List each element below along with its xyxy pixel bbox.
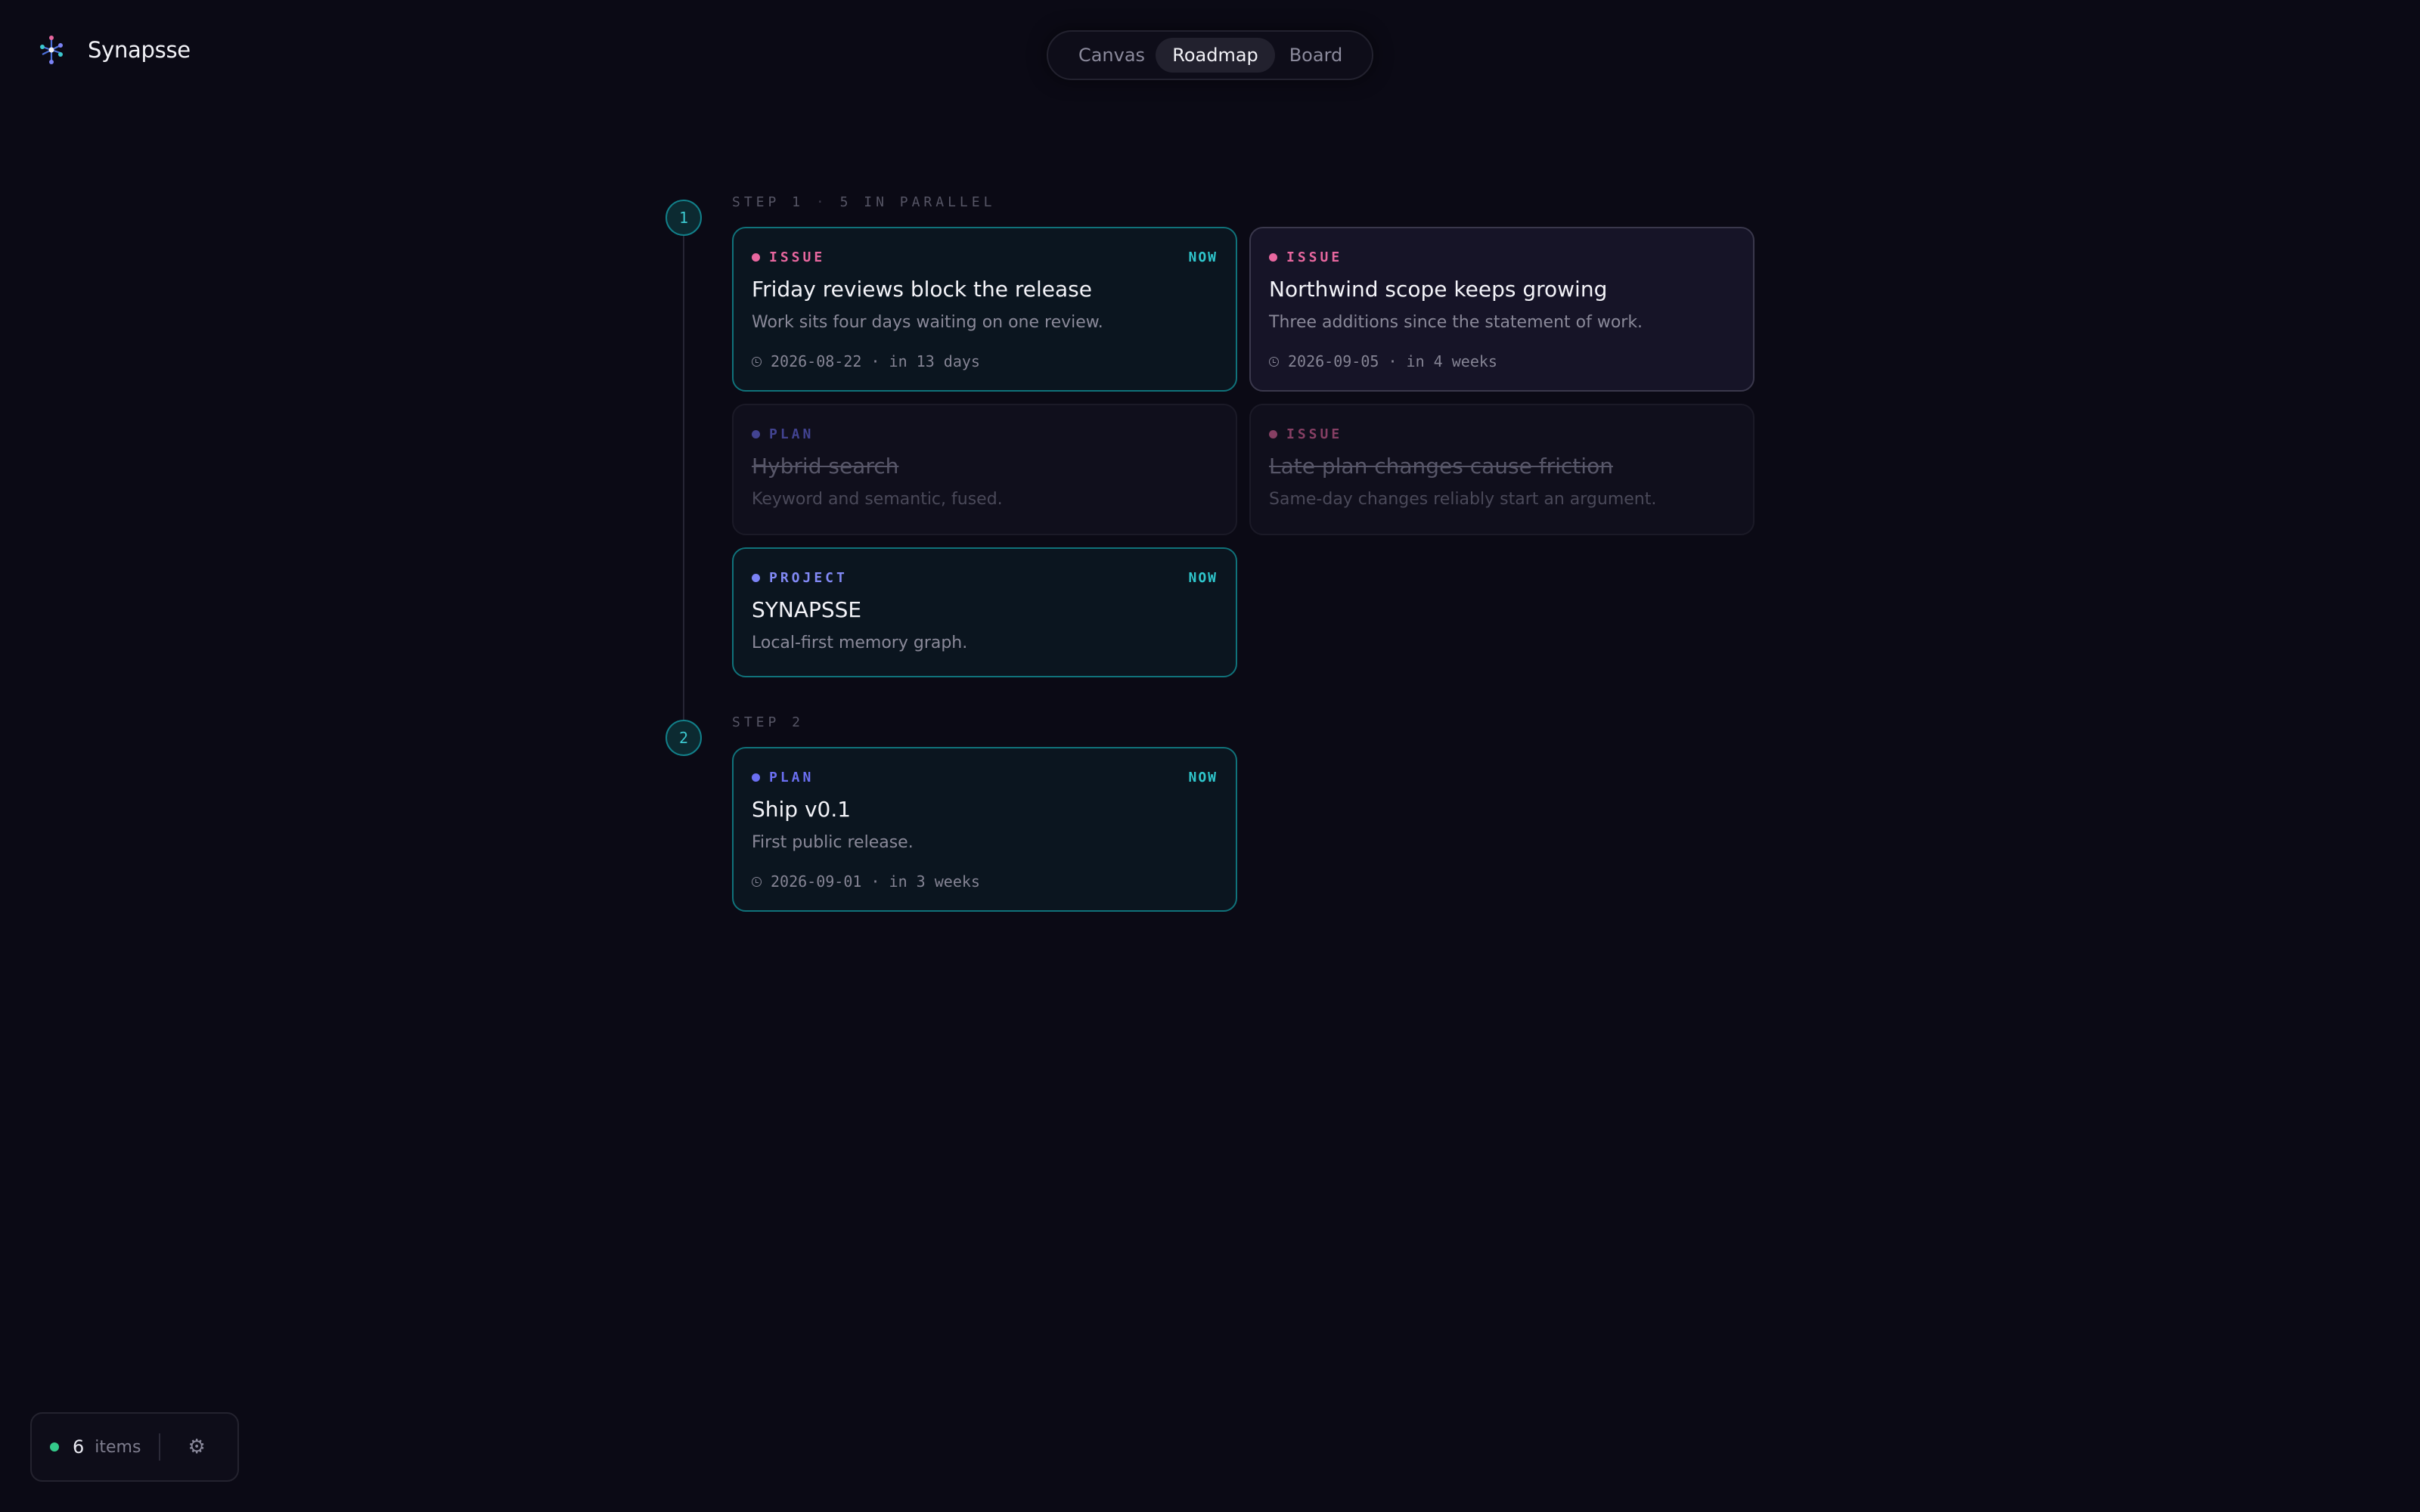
app-name: Synapsse bbox=[88, 37, 191, 63]
card-due: 2026-09-05 · in 4 weeks bbox=[1269, 352, 1497, 370]
project-dot-icon bbox=[752, 573, 760, 582]
tab-roadmap[interactable]: Roadmap bbox=[1156, 38, 1275, 73]
card-kind: ISSUE bbox=[769, 249, 826, 265]
now-badge: NOW bbox=[1188, 769, 1218, 785]
status-bar: 6 items ⚙ bbox=[30, 1412, 239, 1482]
clock-icon bbox=[1269, 356, 1279, 367]
card-description: Three additions since the statement of w… bbox=[1269, 313, 1643, 332]
card-description: First public release. bbox=[752, 833, 914, 852]
card-kind: PLAN bbox=[769, 769, 814, 785]
issue-dot-icon bbox=[752, 253, 760, 262]
card-header: ISSUE bbox=[1269, 249, 1735, 265]
card-kind: PROJECT bbox=[769, 569, 848, 586]
roadmap-card[interactable]: PLAN NOW Ship v0.1 First public release.… bbox=[732, 747, 1237, 912]
step-title: STEP 1 bbox=[732, 194, 805, 210]
now-badge: NOW bbox=[1188, 249, 1218, 265]
roadmap-card[interactable]: PROJECT NOW SYNAPSSE Local-first memory … bbox=[732, 547, 1237, 677]
roadmap-card[interactable]: PLAN Hybrid search Keyword and semantic,… bbox=[732, 404, 1237, 535]
card-title: Hybrid search bbox=[752, 454, 899, 479]
plan-dot-icon bbox=[752, 773, 760, 782]
step-title: STEP 2 bbox=[732, 714, 805, 730]
roadmap-card[interactable]: ISSUE NOW Friday reviews block the relea… bbox=[732, 227, 1237, 392]
card-relative-date: in 4 weeks bbox=[1406, 352, 1497, 370]
issue-dot-icon bbox=[1269, 429, 1277, 438]
item-count: 6 bbox=[73, 1436, 85, 1458]
card-relative-date: in 3 weeks bbox=[889, 872, 980, 891]
card-date: 2026-09-01 bbox=[771, 872, 862, 891]
card-description: Keyword and semantic, fused. bbox=[752, 490, 1003, 509]
card-relative-date: in 13 days bbox=[889, 352, 980, 370]
step-marker: 1 bbox=[666, 200, 702, 236]
card-header: ISSUE NOW bbox=[752, 249, 1218, 265]
gear-icon[interactable]: ⚙ bbox=[188, 1436, 205, 1458]
timeline-rail bbox=[683, 236, 684, 721]
card-kind: ISSUE bbox=[1286, 426, 1343, 442]
step-label: STEP 1 · 5 IN PARALLEL bbox=[732, 194, 996, 210]
constellation-logo-icon bbox=[40, 36, 63, 64]
tab-board[interactable]: Board bbox=[1272, 38, 1360, 73]
view-switcher: Canvas Roadmap Board bbox=[1047, 30, 1373, 80]
card-kind: ISSUE bbox=[1286, 249, 1343, 265]
tab-canvas[interactable]: Canvas bbox=[1065, 38, 1159, 73]
step-detail: 5 IN PARALLEL bbox=[839, 194, 996, 210]
clock-icon bbox=[752, 356, 762, 367]
roadmap-page: Synapsse Canvas Roadmap Board 1 STEP 1 ·… bbox=[0, 0, 2420, 1512]
roadmap-card[interactable]: ISSUE Late plan changes cause friction S… bbox=[1249, 404, 1754, 535]
roadmap-card[interactable]: ISSUE Northwind scope keeps growing Thre… bbox=[1249, 227, 1754, 392]
card-due: 2026-09-01 · in 3 weeks bbox=[752, 872, 980, 891]
step-marker: 2 bbox=[666, 720, 702, 756]
divider bbox=[159, 1433, 161, 1461]
status-indicator bbox=[50, 1442, 59, 1452]
plan-dot-icon bbox=[752, 429, 760, 438]
card-date: 2026-09-05 bbox=[1288, 352, 1379, 370]
card-title: Northwind scope keeps growing bbox=[1269, 277, 1608, 302]
card-header: ISSUE bbox=[1269, 426, 1735, 442]
card-header: PLAN bbox=[752, 426, 1218, 442]
card-description: Local-first memory graph. bbox=[752, 634, 968, 652]
card-title: Ship v0.1 bbox=[752, 797, 852, 822]
card-kind: PLAN bbox=[769, 426, 814, 442]
step-label: STEP 2 bbox=[732, 714, 804, 730]
item-count-label: items bbox=[95, 1437, 141, 1457]
card-title: SYNAPSSE bbox=[752, 597, 862, 622]
card-header: PLAN NOW bbox=[752, 770, 1218, 785]
card-title: Late plan changes cause friction bbox=[1269, 454, 1613, 479]
card-description: Same-day changes reliably start an argum… bbox=[1269, 490, 1657, 509]
issue-dot-icon bbox=[1269, 253, 1277, 262]
brand[interactable]: Synapsse bbox=[38, 33, 191, 67]
card-due: 2026-08-22 · in 13 days bbox=[752, 352, 980, 370]
card-date: 2026-08-22 bbox=[771, 352, 862, 370]
now-badge: NOW bbox=[1188, 569, 1218, 586]
clock-icon bbox=[752, 876, 762, 887]
card-header: PROJECT NOW bbox=[752, 569, 1218, 586]
card-description: Work sits four days waiting on one revie… bbox=[752, 313, 1103, 332]
card-title: Friday reviews block the release bbox=[752, 277, 1092, 302]
